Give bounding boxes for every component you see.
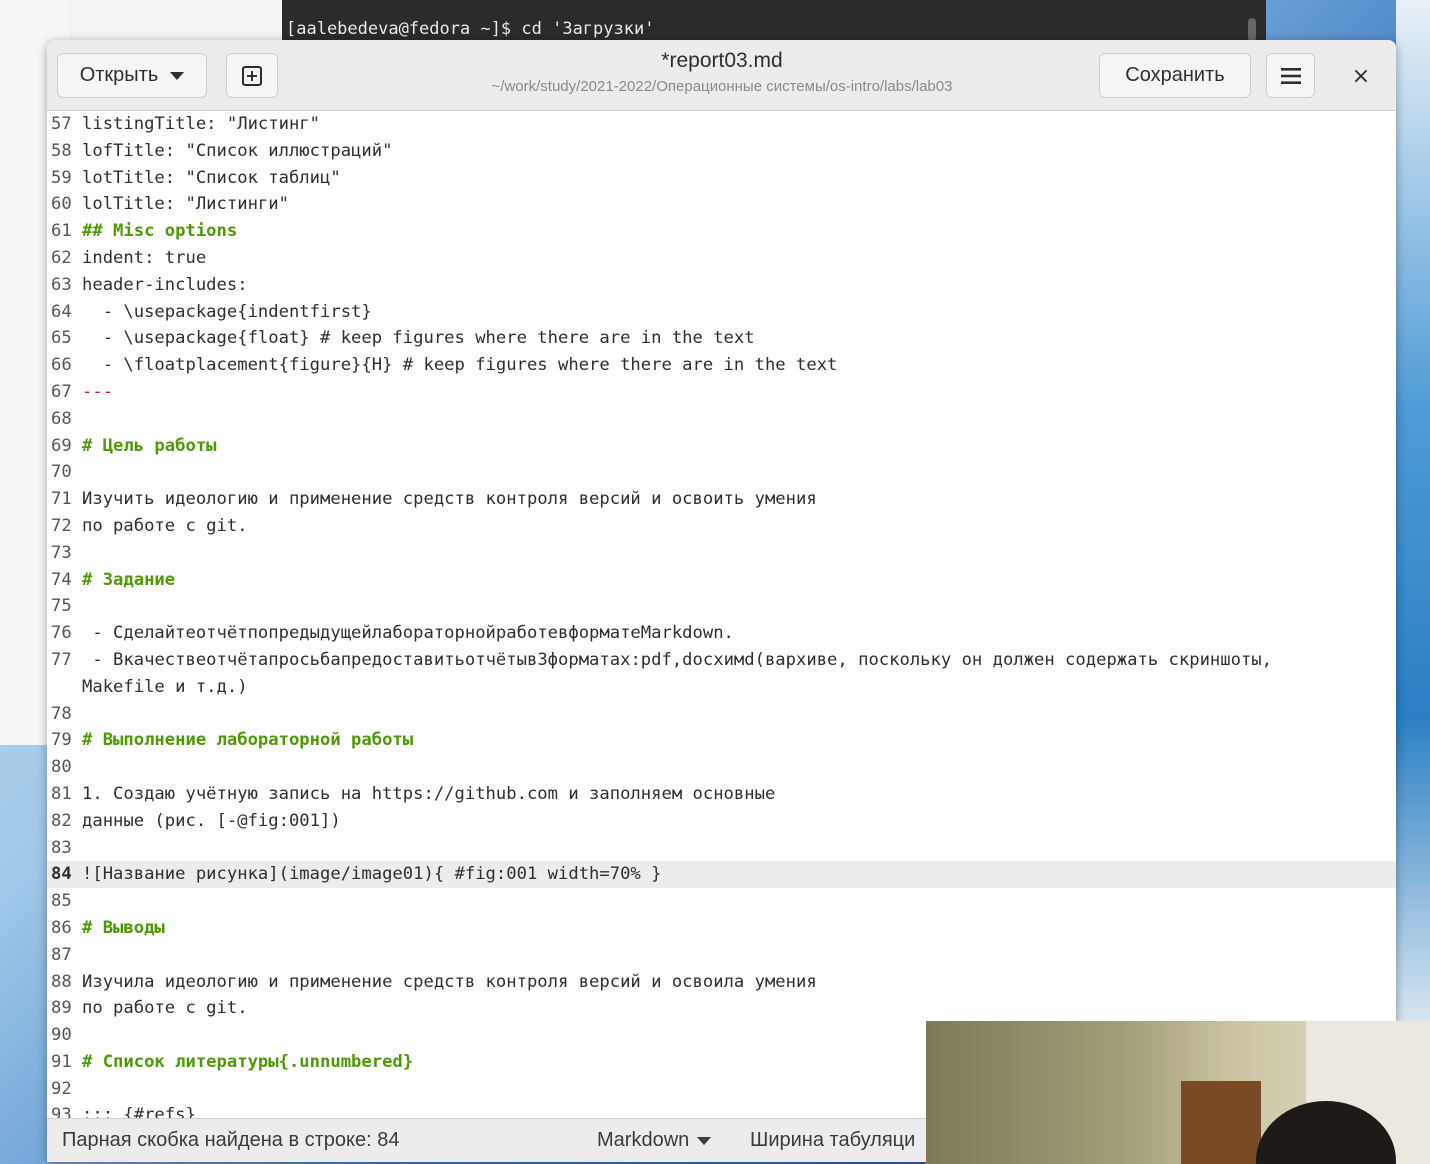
terminal-window[interactable]: [aalebedeva@fedora ~]$ cd 'Загрузки' bbox=[282, 0, 1266, 42]
desktop-wallpaper-strip bbox=[1396, 0, 1430, 1022]
editor-line: 59 lotTitle: "Список таблиц" bbox=[51, 167, 341, 188]
editor-line: 57 listingTitle: "Листинг" bbox=[51, 114, 320, 134]
editor-line: 85 bbox=[51, 891, 72, 912]
editor-line: 67 --- bbox=[51, 381, 114, 402]
editor-line: 78 bbox=[51, 703, 72, 724]
editor-line: 88 Изучила идеологию и применение средств… bbox=[51, 971, 817, 992]
editor-line: 79 # Выполнение лабораторной работы bbox=[51, 730, 414, 751]
open-button[interactable]: Открыть bbox=[57, 53, 207, 98]
chevron-down-icon bbox=[170, 71, 185, 80]
editor-line: 58 lofTitle: "Список иллюстраций" bbox=[51, 140, 393, 161]
editor-line-wrapped: 77 - Вкачествеотчётапросьбапредоставитьо… bbox=[51, 649, 1283, 697]
terminal-scrollbar[interactable] bbox=[1248, 18, 1256, 42]
editor-line: 62 indent: true bbox=[51, 247, 207, 268]
editor-line: 86 # Выводы bbox=[51, 917, 165, 938]
webcam-overlay bbox=[926, 1021, 1430, 1164]
editor-line: 60 lolTitle: "Листинги" bbox=[51, 194, 289, 215]
editor-line: 66 - \floatplacement{figure}{H} # keep f… bbox=[51, 355, 838, 376]
language-selector[interactable]: Markdown bbox=[597, 1129, 712, 1152]
editor-line: 76 - Сделайтеотчётпопредыдущейлабораторн… bbox=[51, 623, 734, 644]
text-editor[interactable]: 57 listingTitle: "Листинг" 58 lofTitle: "С… bbox=[47, 111, 1396, 1125]
gedit-window: Открыть *report03.md ~/work/study/2021-2… bbox=[47, 40, 1396, 1162]
editor-line: 83 bbox=[51, 837, 72, 858]
document-path: ~/work/study/2021-2022/Операционные сист… bbox=[491, 78, 953, 95]
editor-line: 75 bbox=[51, 596, 72, 617]
editor-line: 74 # Задание bbox=[51, 569, 176, 590]
editor-line: 72 по работе с git. bbox=[51, 515, 248, 536]
menu-button[interactable] bbox=[1266, 53, 1315, 98]
hamburger-menu-icon bbox=[1280, 67, 1301, 84]
save-button[interactable]: Сохранить bbox=[1099, 53, 1251, 98]
open-button-label: Открыть bbox=[79, 64, 159, 86]
editor-line: 89 по работе с git. bbox=[51, 998, 248, 1019]
chevron-down-icon bbox=[697, 1136, 712, 1145]
header-bar: Открыть *report03.md ~/work/study/2021-2… bbox=[47, 40, 1396, 111]
close-icon[interactable]: × bbox=[1343, 58, 1379, 94]
editor-line: 73 bbox=[51, 542, 72, 563]
status-message: Парная скобка найдена в строке: 84 bbox=[62, 1129, 400, 1151]
editor-line: 61 ## Misc options bbox=[51, 221, 238, 242]
editor-line: 65 - \usepackage{float} # keep figures w… bbox=[51, 328, 755, 349]
language-label: Markdown bbox=[597, 1129, 690, 1151]
editor-line: 69 # Цель работы bbox=[51, 435, 217, 456]
editor-line: 82 данные (рис. [-@fig:001]) bbox=[51, 810, 341, 831]
new-document-icon bbox=[242, 65, 262, 86]
editor-line: 70 bbox=[51, 462, 72, 483]
save-button-label: Сохранить bbox=[1125, 64, 1225, 86]
new-tab-button[interactable] bbox=[226, 53, 278, 98]
document-title: *report03.md bbox=[661, 49, 783, 72]
editor-line: 68 bbox=[51, 408, 72, 429]
editor-line: 71 Изучить идеологию и применение средств… bbox=[51, 489, 817, 510]
editor-line: 80 bbox=[51, 757, 72, 778]
editor-line: 63 header-includes: bbox=[51, 274, 248, 295]
window-title-area: *report03.md ~/work/study/2021-2022/Опер… bbox=[377, 46, 1067, 98]
background-window-top bbox=[70, 0, 282, 40]
editor-line: 64 - \usepackage{indentfirst} bbox=[51, 301, 372, 322]
current-line: 84 ![Название рисунка](image/image01){ #f… bbox=[47, 861, 1396, 889]
tab-width-selector[interactable]: Ширина табуляци bbox=[750, 1129, 915, 1152]
terminal-line: [aalebedeva@fedora ~]$ cd 'Загрузки' bbox=[286, 19, 655, 39]
editor-line: 81 1. Создаю учётную запись на https://gi… bbox=[51, 783, 776, 804]
editor-line: 87 bbox=[51, 944, 72, 965]
